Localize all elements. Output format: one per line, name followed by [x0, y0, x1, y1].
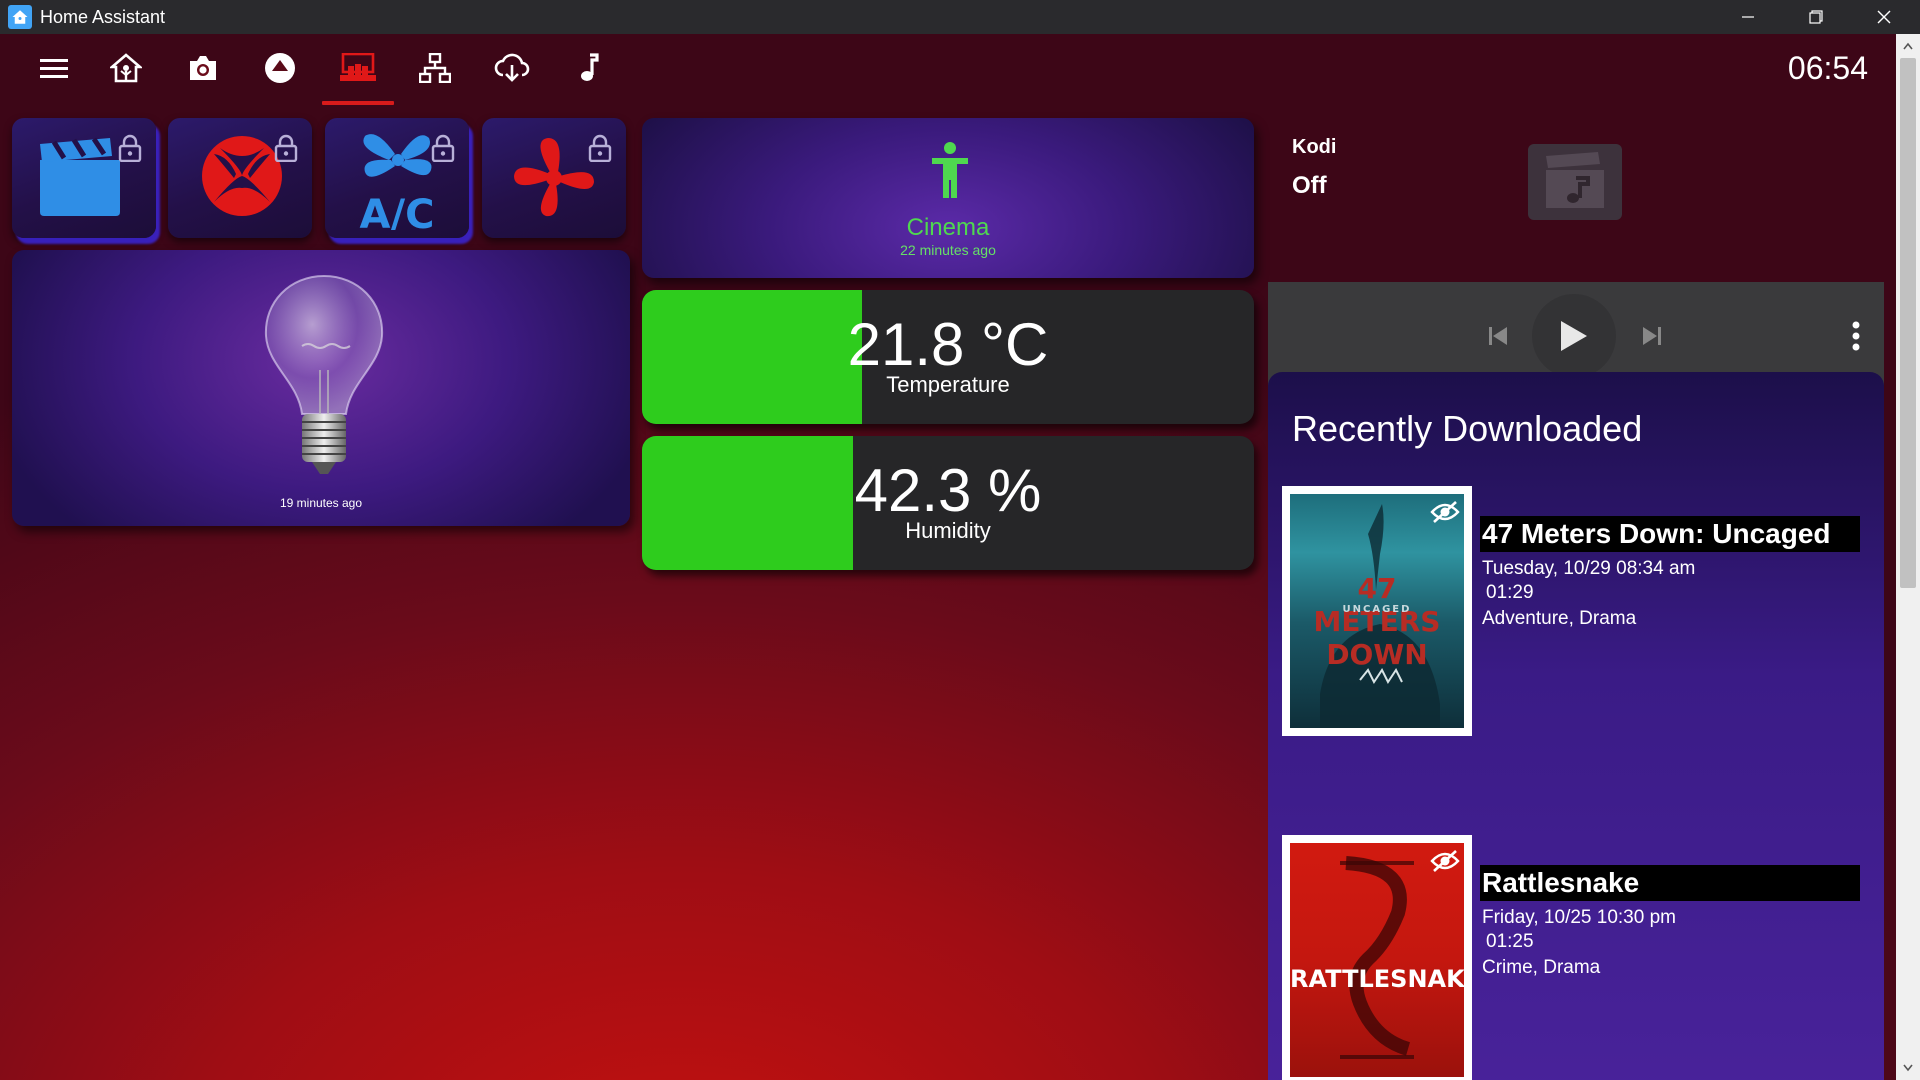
skip-previous-icon[interactable] [1478, 316, 1518, 356]
lock-icon [431, 134, 455, 167]
fan-icon [512, 136, 596, 225]
list-item[interactable]: 47 METERS DOWN UNCAGED 47 Meters Down: U… [1282, 486, 1872, 736]
cloud-download-icon[interactable] [485, 46, 539, 90]
poster-title-text: 47 METERS DOWN [1313, 572, 1441, 671]
movie-poster[interactable]: 47 METERS DOWN UNCAGED [1282, 486, 1472, 736]
movie-poster[interactable]: RATTLESNAKE [1282, 835, 1472, 1080]
ac-tile[interactable]: A/C [325, 118, 469, 238]
close-icon[interactable] [1850, 0, 1918, 34]
window-title: Home Assistant [40, 6, 166, 27]
recently-downloaded-card: Recently Downloaded 47 METERS DOWN UNCAG… [1268, 372, 1884, 1080]
movie-genres: Adventure, Drama [1482, 608, 1637, 629]
xbox-icon [200, 134, 284, 223]
humidity-sensor-card[interactable]: 42.3 % Humidity [642, 436, 1254, 570]
lock-icon [274, 134, 298, 167]
movie-date: Friday, 10/25 10:30 pm [1482, 907, 1676, 928]
scroll-up-icon[interactable] [1896, 36, 1920, 56]
ac-label: A/C [360, 192, 435, 230]
ac-fan-icon: A/C [357, 126, 437, 238]
light-card[interactable]: 19 minutes ago [12, 250, 630, 526]
top-toolbar: 06:54 [0, 34, 1896, 106]
home-assistant-app-icon [8, 5, 32, 29]
cinema-presence-card[interactable]: Cinema 22 minutes ago [642, 118, 1254, 278]
home-icon[interactable] [99, 46, 153, 90]
kodi-media-card: Kodi Off [1268, 118, 1884, 390]
movie-title: 47 Meters Down: Uncaged [1480, 516, 1860, 552]
cinema-last-changed: 22 minutes ago [900, 242, 996, 258]
cinema-name: Cinema [906, 214, 990, 241]
lock-icon [588, 134, 612, 167]
menu-icon[interactable] [27, 46, 81, 90]
window-titlebar: Home Assistant [0, 0, 1920, 34]
eye-off-icon[interactable] [1430, 849, 1460, 878]
temperature-label: Temperature [886, 372, 1010, 397]
music-note-icon[interactable] [562, 46, 616, 90]
network-icon[interactable] [408, 46, 462, 90]
movie-genres: Crime, Drama [1482, 957, 1601, 978]
temperature-value: 21.8 °C [847, 311, 1049, 378]
poster-title-text: RATTLESNAKE [1290, 965, 1464, 993]
play-icon[interactable] [1532, 294, 1616, 378]
maximize-icon[interactable] [1782, 0, 1850, 34]
music-video-icon [1528, 144, 1622, 220]
dashboard: 06:54 A/C 19 minutes ago Cinema 22 minut… [0, 34, 1896, 1080]
fan-tile[interactable] [482, 118, 626, 238]
kodi-name: Kodi [1292, 136, 1337, 158]
movie-runtime: 01:29 [1486, 582, 1534, 603]
minimize-icon[interactable] [1714, 0, 1782, 34]
person-icon [930, 142, 970, 205]
movie-tile[interactable] [12, 118, 156, 238]
recent-heading: Recently Downloaded [1292, 408, 1643, 449]
list-item[interactable]: RATTLESNAKE Rattlesnake Friday, 10/25 10… [1282, 835, 1872, 1080]
camera-icon[interactable] [176, 46, 230, 90]
movie-title: Rattlesnake [1480, 865, 1860, 901]
scrollbar-thumb[interactable] [1900, 58, 1916, 588]
poster-subtitle-text: UNCAGED [1342, 604, 1412, 615]
skip-next-icon[interactable] [1632, 316, 1672, 356]
movie-date: Tuesday, 10/29 08:34 am [1482, 558, 1696, 579]
scroll-down-icon[interactable] [1896, 1058, 1920, 1078]
active-tab-indicator [322, 101, 394, 105]
humidity-label: Humidity [905, 518, 991, 543]
vertical-scrollbar[interactable] [1896, 34, 1920, 1080]
more-vertical-icon[interactable] [1836, 316, 1876, 356]
movie-runtime: 01:25 [1486, 931, 1534, 952]
theater-icon[interactable] [331, 46, 385, 90]
movie-clapper-icon [36, 136, 124, 225]
humidity-value: 42.3 % [854, 457, 1042, 524]
xbox-tile[interactable] [168, 118, 312, 238]
kodi-state: Off [1292, 172, 1327, 199]
clock: 06:54 [1787, 50, 1868, 86]
temperature-sensor-card[interactable]: 21.8 °C Temperature [642, 290, 1254, 424]
eject-icon[interactable] [253, 46, 307, 90]
light-bulb-icon [262, 274, 386, 489]
light-last-changed: 19 minutes ago [279, 496, 363, 510]
eye-off-icon[interactable] [1430, 500, 1460, 529]
lock-icon [118, 134, 142, 167]
